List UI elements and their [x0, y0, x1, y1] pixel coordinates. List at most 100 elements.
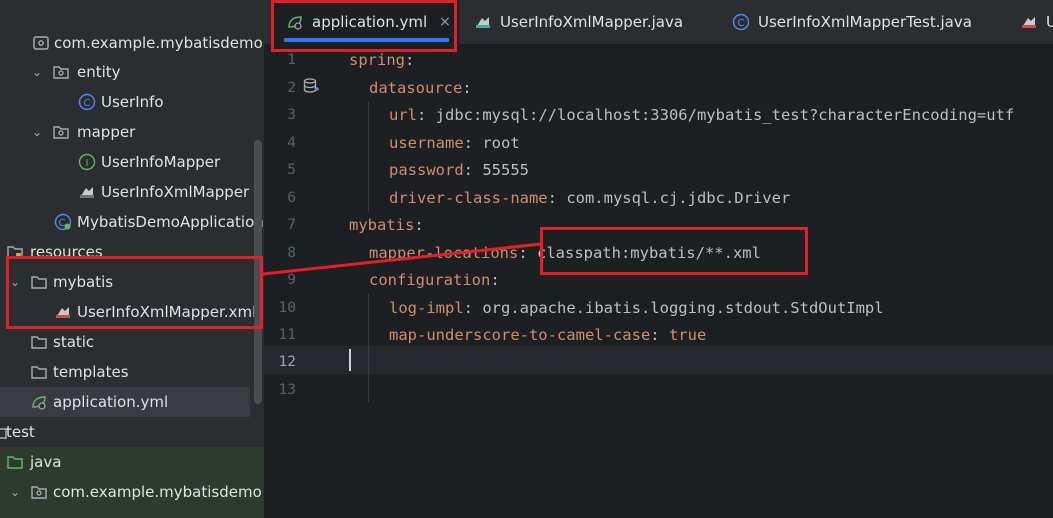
yaml-value: com.mysql.cj.jdbc.Driver: [556, 189, 791, 207]
tree-item-label: test: [6, 423, 35, 441]
yaml-key: password: [389, 161, 464, 179]
annotation-box-mybatis-folder: [6, 256, 263, 329]
tree-item-label: UserInfoMapper: [101, 153, 221, 171]
svg-text:C: C: [738, 18, 745, 29]
interface-icon: I: [78, 153, 96, 171]
code-line[interactable]: mybatis:: [349, 211, 424, 239]
tree-item-java[interactable]: java: [0, 447, 264, 477]
yaml-key: spring: [349, 51, 405, 69]
line-number: 5: [287, 162, 296, 178]
line-number: 8: [287, 245, 296, 261]
tree-item-label: com.example.mybatisdemo: [53, 483, 262, 501]
tree-item-entity[interactable]: ⌄ entity: [0, 57, 264, 87]
annotation-box-mapper-locations: [540, 227, 808, 275]
chevron-down-icon[interactable]: ⌄: [8, 485, 22, 499]
tree-item-partial: [0, 507, 264, 518]
tree-item-package-test[interactable]: ⌄ com.example.mybatisdemo: [0, 477, 264, 507]
code-line[interactable]: password: 55555: [389, 156, 529, 184]
line-number: 6: [287, 190, 296, 206]
text-caret: [349, 349, 351, 371]
tree-item-label: MybatisDemoApplication: [77, 213, 264, 231]
code-line[interactable]: log-impl: org.apache.ibatis.logging.stdo…: [389, 294, 884, 322]
mybatis-icon: [80, 187, 94, 198]
chevron-down-icon[interactable]: ⌄: [30, 65, 44, 79]
folder-icon: [31, 366, 47, 379]
tree-item-label: application.yml: [53, 393, 169, 411]
tree-item-static[interactable]: static: [0, 327, 264, 357]
yaml-key: mybatis: [349, 216, 415, 234]
yaml-colon: :: [490, 271, 500, 289]
folder-icon: [31, 336, 47, 349]
yaml-boolean: true: [659, 326, 707, 344]
line-number: 2: [287, 80, 296, 96]
yaml-value: org.apache.ibatis.logging.stdout.StdOutI…: [473, 299, 884, 317]
yaml-colon: :: [463, 161, 473, 179]
yaml-colon: :: [414, 216, 424, 234]
code-line[interactable]: url: jdbc:mysql://localhost:3306/mybatis…: [389, 101, 1014, 129]
class-icon: C: [732, 13, 750, 31]
tree-item-application-yml[interactable]: application.yml: [0, 387, 250, 417]
code-line[interactable]: username: root: [389, 129, 520, 157]
line-number: 12: [278, 354, 296, 370]
yaml-key: username: [389, 134, 464, 152]
svg-text:C: C: [84, 98, 91, 109]
yaml-key: map-underscore-to-camel-case: [389, 326, 651, 344]
line-number: 10: [278, 300, 296, 316]
yaml-colon: :: [405, 51, 415, 69]
class-icon: C: [78, 93, 96, 111]
chevron-down-icon[interactable]: ⌄: [30, 125, 44, 139]
tree-item-userinfoxmlmapper[interactable]: UserInfoXmlMapper: [0, 177, 264, 207]
tree-item-label: java: [30, 453, 62, 471]
package-icon: [33, 36, 49, 50]
indent-guide: [368, 294, 369, 350]
yaml-value: jdbc:mysql://localhost:3306/mybatis_test…: [426, 106, 1015, 124]
yaml-key: log-impl: [389, 299, 464, 317]
yaml-key: datasource: [369, 79, 463, 97]
tree-item-mapper[interactable]: ⌄ mapper: [0, 117, 264, 147]
yaml-colon: :: [463, 299, 473, 317]
tree-item-userinfomapper[interactable]: I UserInfoMapper: [0, 147, 264, 177]
code-line[interactable]: driver-class-name: com.mysql.cj.jdbc.Dri…: [389, 184, 790, 212]
spring-class-icon: C: [54, 213, 72, 231]
test-folder-icon: [7, 456, 23, 469]
line-number: 4: [287, 135, 296, 151]
database-icon[interactable]: [302, 77, 320, 95]
line-number: 7: [287, 217, 296, 233]
tree-item-test[interactable]: test: [0, 417, 264, 447]
tab-label: UserInfoXmlMapperTest.java: [758, 13, 972, 31]
package-icon: [53, 126, 69, 139]
tree-item-package[interactable]: com.example.mybatisdemo: [0, 28, 264, 58]
package-icon: [31, 486, 47, 499]
yaml-colon: :: [463, 134, 473, 152]
tab-partial[interactable]: U: [1020, 0, 1053, 44]
tree-item-label: entity: [77, 63, 121, 81]
line-number: 3: [287, 107, 296, 123]
yaml-value: 55555: [473, 161, 529, 179]
tree-item-label: templates: [53, 363, 129, 381]
tab-userinfoxmlmapper-java[interactable]: UserInfoXmlMapper.java: [474, 0, 683, 44]
current-line-highlight: [264, 346, 1053, 374]
code-line[interactable]: configuration:: [369, 266, 500, 294]
code-line[interactable]: datasource:: [369, 74, 472, 102]
yaml-key: url: [389, 106, 417, 124]
annotation-box-tab: [271, 0, 457, 52]
code-line[interactable]: map-underscore-to-camel-case: true: [389, 321, 706, 349]
tab-userinfoxmlmappertest-java[interactable]: C UserInfoXmlMapperTest.java: [732, 0, 972, 44]
line-number: 13: [278, 382, 296, 398]
tree-item-mybatisdemoapplication[interactable]: C MybatisDemoApplication: [0, 207, 264, 237]
yaml-colon: :: [518, 244, 528, 262]
tree-item-userinfo[interactable]: C UserInfo: [0, 87, 264, 117]
indent-guide: [368, 350, 369, 402]
line-number: 11: [278, 327, 296, 343]
yaml-key: driver-class-name: [389, 189, 548, 207]
tree-item-label: UserInfo: [101, 93, 164, 111]
tab-label: U: [1046, 13, 1053, 31]
code-editor[interactable]: 1 2 3 4 5 6 7 8 9 10 11 12 13 spring: da…: [264, 44, 1053, 518]
spring-yml-icon: [32, 396, 46, 410]
yaml-value: root: [473, 134, 520, 152]
mybatis-icon: [1022, 17, 1036, 28]
indent-guide: [368, 102, 369, 212]
tree-item-templates[interactable]: templates: [0, 357, 264, 387]
yaml-key: configuration: [369, 271, 491, 289]
yaml-colon: :: [650, 326, 660, 344]
